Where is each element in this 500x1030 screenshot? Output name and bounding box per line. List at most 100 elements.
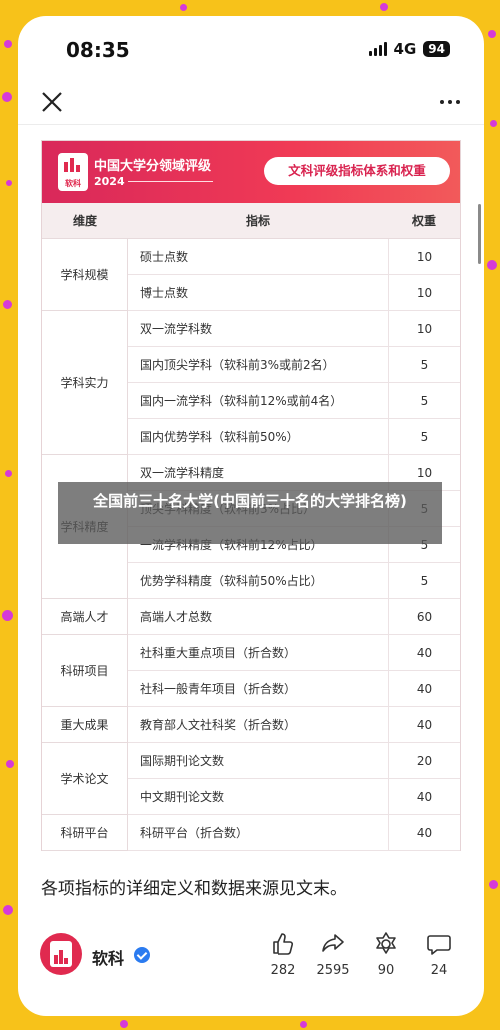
bg-dot	[380, 3, 388, 11]
indicator-cell: 博士点数	[140, 286, 189, 300]
author-avatar[interactable]	[40, 933, 82, 975]
bg-dot	[180, 4, 187, 11]
weight-cell: 10	[388, 239, 460, 275]
table-row: 博士点数 10	[128, 275, 460, 311]
indicator-cell: 中文期刊论文数	[140, 790, 225, 804]
dimension-cell: 重大成果	[42, 707, 128, 743]
table-row: 教育部人文社科奖（折合数） 40	[128, 707, 460, 743]
table-row: 国内优势学科（软科前50%） 5	[128, 419, 460, 455]
indicator-cell: 国内一流学科（软科前12%或前4名）	[140, 394, 343, 408]
card-year: 2024	[94, 175, 125, 188]
card-title: 中国大学分领域评级	[94, 159, 212, 174]
bg-dot	[4, 40, 12, 48]
indicator-cell: 社科重大重点项目（折合数）	[140, 646, 297, 660]
indicator-cell: 国际期刊论文数	[140, 754, 225, 768]
close-button[interactable]	[36, 86, 68, 118]
bg-dot	[488, 30, 496, 38]
share-icon	[322, 934, 344, 952]
bg-dot	[6, 760, 14, 768]
indicator-cell: 国内优势学科（软科前50%）	[140, 430, 299, 444]
table-row: 社科重大重点项目（折合数） 40	[128, 635, 460, 671]
bg-dot	[3, 905, 13, 915]
like-button[interactable]: 282	[258, 931, 308, 991]
dimension-cell: 学术论文	[42, 743, 128, 815]
bg-dot	[300, 1021, 307, 1028]
indicator-cell: 科研平台（折合数）	[140, 826, 249, 840]
indicator-cell: 社科一般青年项目（折合数）	[140, 682, 297, 696]
dimension-cell: 科研平台	[42, 815, 128, 851]
table-row: 社科一般青年项目（折合数） 40	[128, 671, 460, 707]
indicator-cell: 高端人才总数	[140, 610, 213, 624]
header-rule	[128, 181, 213, 182]
weight-cell: 5	[388, 419, 460, 455]
bg-dot	[120, 1020, 128, 1028]
table-row: 中文期刊论文数 40	[128, 779, 460, 815]
battery-indicator: 94	[423, 41, 450, 57]
brand-logo-text: 软科	[65, 179, 81, 188]
card-header: 软科 中国大学分领域评级 2024 文科评级指标体系和权重	[42, 141, 460, 203]
weight-cell: 40	[388, 779, 460, 815]
more-button[interactable]	[434, 86, 466, 118]
weight-cell: 5	[388, 563, 460, 599]
like-count: 282	[270, 963, 296, 978]
bg-dot	[5, 470, 12, 477]
article-title-overlay: 全国前三十名大学(中国前三十名的大学排名榜)	[58, 482, 442, 544]
table-row: 双一流学科数 10	[128, 311, 460, 347]
share-count: 2595	[316, 963, 350, 978]
caption-text: 各项指标的详细定义和数据来源见文末。	[41, 879, 347, 899]
table-row: 高端人才总数 60	[128, 599, 460, 635]
dimension-cell: 学科规模	[42, 239, 128, 311]
table-row: 国内一流学科（软科前12%或前4名） 5	[128, 383, 460, 419]
indicator-cell: 优势学科精度（软科前50%占比）	[140, 574, 323, 588]
like-icon	[273, 933, 294, 955]
table-header: 维度 指标 权重	[42, 203, 460, 239]
indicator-cell: 国内顶尖学科（软科前3%或前2名）	[140, 358, 335, 372]
header-dimension: 维度	[72, 214, 97, 228]
more-icon-dot	[456, 100, 460, 104]
weight-cell: 40	[388, 707, 460, 743]
network-type: 4G	[393, 40, 417, 58]
bg-dot	[489, 880, 498, 889]
card-subtitle-pill: 文科评级指标体系和权重	[264, 157, 450, 185]
status-time: 08:35	[66, 38, 130, 62]
table-row: 国内顶尖学科（软科前3%或前2名） 5	[128, 347, 460, 383]
share-button[interactable]: 2595	[308, 931, 358, 991]
table-row: 科研平台（折合数） 40	[128, 815, 460, 851]
comment-button[interactable]: 24	[414, 931, 464, 991]
status-bar: 08:35 4G 94	[18, 16, 484, 80]
weight-cell: 40	[388, 635, 460, 671]
bottom-action-bar: 软科 282 2595 90 24	[18, 931, 484, 1011]
bg-dot	[3, 300, 12, 309]
author-name[interactable]: 软科	[92, 945, 124, 969]
favorite-icon	[376, 932, 396, 954]
top-bar	[18, 82, 484, 122]
header-weight: 权重	[411, 214, 436, 228]
indicator-cell: 教育部人文社科奖（折合数）	[140, 718, 297, 732]
table-row: 国际期刊论文数 20	[128, 743, 460, 779]
table-row: 优势学科精度（软科前50%占比） 5	[128, 563, 460, 599]
more-icon	[440, 100, 444, 104]
bg-dot	[2, 92, 12, 102]
bg-dot	[2, 610, 13, 621]
verified-icon	[134, 947, 150, 963]
more-icon-dot	[448, 100, 452, 104]
header-indicator: 指标	[245, 214, 270, 228]
weight-cell: 5	[388, 347, 460, 383]
scrollbar[interactable]	[478, 204, 481, 264]
weight-cell: 10	[388, 275, 460, 311]
dimension-cell: 高端人才	[42, 599, 128, 635]
weight-cell: 60	[388, 599, 460, 635]
weight-cell: 20	[388, 743, 460, 779]
favorite-button[interactable]: 90	[361, 931, 411, 991]
phone-screen: 08:35 4G 94 软科 中国大学分领域评级 2024 文科评级指标体系和权…	[18, 16, 484, 1016]
brand-logo: 软科	[58, 153, 88, 191]
favorite-count: 90	[377, 963, 395, 978]
dimension-cell: 科研项目	[42, 635, 128, 707]
signal-icon	[368, 42, 387, 56]
indicator-cell: 双一流学科数	[140, 322, 213, 336]
weight-cell: 40	[388, 671, 460, 707]
bg-dot	[6, 180, 12, 186]
weight-cell: 10	[388, 311, 460, 347]
status-indicators: 4G 94	[368, 40, 450, 58]
bg-dot	[487, 260, 497, 270]
